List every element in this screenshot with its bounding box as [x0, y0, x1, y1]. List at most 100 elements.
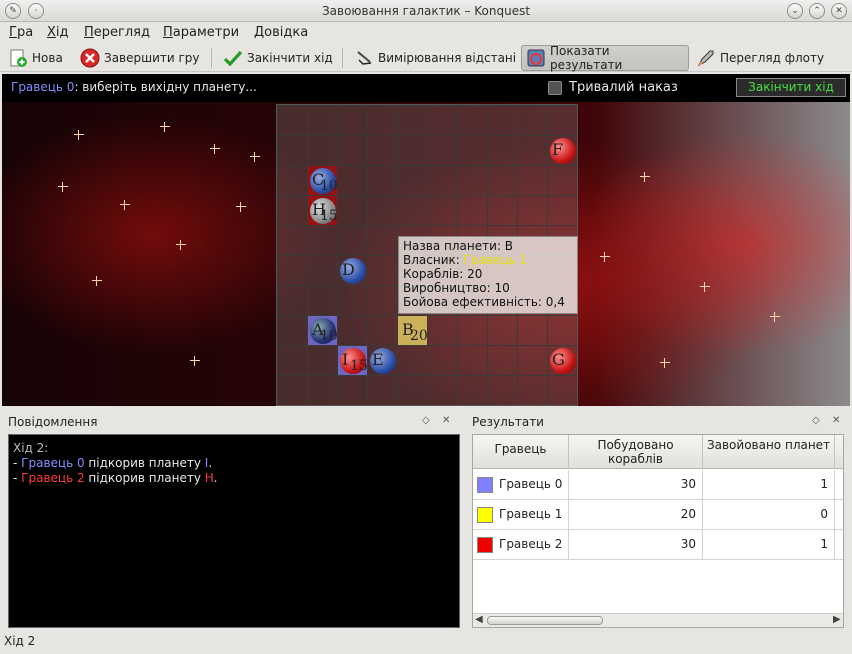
tooltip-name-label: Назва планети:	[403, 239, 505, 253]
turn-prompt-player: Гравець 0	[11, 80, 75, 94]
planet-A[interactable]: A 10	[310, 318, 338, 344]
star-sparkle	[74, 130, 84, 140]
minimize-icon[interactable]: ⌄	[787, 3, 803, 19]
player-name: Гравець 0	[499, 477, 563, 491]
menu-game[interactable]: Гра	[9, 25, 33, 40]
stop-icon	[80, 48, 100, 68]
menu-turn[interactable]: Хід	[47, 25, 69, 40]
menu-help[interactable]: Довідка	[254, 25, 308, 40]
new-game-button[interactable]: Нова	[4, 45, 67, 71]
results-table-header: Гравець Побудовано кораблів Завойовано п…	[473, 435, 843, 469]
planet-H[interactable]: H 15	[310, 198, 338, 224]
scroll-left-icon[interactable]: ◀	[475, 614, 483, 625]
planet-ships: 20	[410, 328, 428, 344]
close-panel-icon[interactable]: ✕	[832, 415, 840, 426]
table-row[interactable]: Гравець 1 20 0	[473, 500, 843, 530]
star-sparkle	[236, 202, 246, 212]
toolbar-separator	[342, 48, 343, 68]
cell-planets-conquered: 1	[703, 470, 835, 500]
menu-game-label: ра	[16, 25, 34, 40]
column-header-more[interactable]: З	[835, 435, 843, 469]
measure-distance-button[interactable]: Вимірювання відстані	[350, 45, 520, 71]
scrollbar-thumb[interactable]	[487, 616, 603, 625]
column-header-player[interactable]: Гравець	[473, 435, 569, 469]
results-panel-title: Результати	[472, 415, 544, 429]
messages-log[interactable]: Хід 2: - Гравець 0 підкорив планету I. -…	[8, 434, 460, 628]
show-results-label: Показати результати	[550, 44, 623, 72]
star-sparkle	[190, 356, 200, 366]
tooltip-kill-percentage: Бойова ефективність: 0,4	[403, 295, 573, 309]
message-line: - Гравець 2 підкорив планету H.	[13, 471, 455, 486]
planet-name: F	[552, 140, 564, 159]
tooltip-planet-name: Назва планети: B	[403, 239, 573, 253]
planet-info-tooltip: Назва планети: B Власник: Гравець 1 Кора…	[398, 236, 578, 314]
planet-ships: 10	[320, 328, 338, 344]
end-turn-toolbar-label: Закінчити хід	[247, 51, 333, 65]
player-color-swatch	[477, 476, 493, 493]
ruler-icon	[354, 48, 374, 68]
new-game-label: Нова	[32, 51, 63, 65]
end-turn-toolbar-button[interactable]: Закінчити хід	[219, 45, 337, 71]
planet-E[interactable]: E	[370, 348, 396, 374]
column-header-ships[interactable]: Побудовано кораблів	[569, 435, 703, 469]
planet-I[interactable]: I 15	[340, 348, 368, 374]
message-end: .	[208, 456, 213, 470]
long-order-label: Тривалий наказ	[569, 80, 678, 95]
planet-B[interactable]: B 20	[400, 318, 428, 345]
game-top-bar: Гравець 0: виберіть вихідну планету... Т…	[2, 74, 850, 102]
scroll-right-icon[interactable]: ▶	[833, 614, 841, 625]
planet-D[interactable]: D	[340, 258, 366, 284]
player-name: Гравець 2	[499, 537, 563, 551]
end-turn-button[interactable]: Закінчити хід	[736, 78, 846, 97]
tooltip-kill-label: Бойова ефективність:	[403, 295, 546, 309]
planet-name: I	[342, 350, 349, 369]
column-header-label: Гравець	[494, 442, 547, 456]
close-icon[interactable]: ✕	[831, 3, 847, 19]
maximize-icon[interactable]: ⌃	[809, 3, 825, 19]
float-icon[interactable]: ◇	[422, 415, 430, 426]
star-sparkle	[640, 172, 650, 182]
fleet-view-button[interactable]: Перегляд флоту	[692, 45, 828, 71]
message-player: Гравець 2	[21, 471, 85, 485]
measure-distance-label: Вимірювання відстані	[378, 51, 517, 65]
column-header-planets[interactable]: Завойовано планет	[703, 435, 835, 469]
message-text: підкорив планету	[84, 471, 205, 485]
message-end: .	[213, 471, 218, 485]
horizontal-scrollbar[interactable]: ◀ ▶	[473, 613, 843, 627]
toolbar-separator	[211, 48, 212, 68]
menu-settings[interactable]: Параметри	[163, 25, 239, 40]
table-row[interactable]: Гравець 2 30 1	[473, 530, 843, 560]
cell-ships-built: 20	[569, 500, 703, 530]
menu-view-mnemonic: П	[84, 25, 94, 40]
star-sparkle	[660, 358, 670, 368]
star-sparkle	[770, 312, 780, 322]
message-player: Гравець 0	[21, 456, 85, 470]
status-text: Хід 2	[4, 634, 36, 648]
planet-name: G	[552, 350, 565, 369]
long-order-checkbox[interactable]: Тривалий наказ	[548, 80, 678, 95]
menu-view-label: ерегляд	[93, 25, 150, 40]
tooltip-ships-label: Кораблів:	[403, 267, 468, 281]
menu-view[interactable]: Перегляд	[84, 25, 150, 40]
planet-C[interactable]: C 10	[310, 168, 338, 194]
status-bar: Хід 2	[0, 630, 852, 654]
player-color-swatch	[477, 536, 493, 553]
close-panel-icon[interactable]: ✕	[442, 415, 450, 426]
show-results-button[interactable]: Показати результати	[521, 44, 689, 72]
menu-help-label: овідка	[264, 25, 309, 40]
table-row[interactable]: Гравець 0 30 1	[473, 470, 843, 500]
star-sparkle	[92, 276, 102, 286]
star-sparkle	[160, 122, 170, 132]
end-game-button[interactable]: Завершити гру	[76, 45, 204, 71]
window-titlebar: ✎ · Завоювання галактик – Konquest ⌄ ⌃ ✕	[0, 0, 852, 22]
message-turn-header: Хід 2:	[13, 441, 49, 455]
planet-F[interactable]: F	[550, 138, 576, 164]
checkbox-box[interactable]	[548, 80, 562, 95]
cell-planets-conquered: 1	[703, 530, 835, 560]
end-game-label: Завершити гру	[104, 51, 200, 65]
star-sparkle	[176, 240, 186, 250]
turn-prompt-text: : виберіть вихідну планету...	[74, 80, 257, 94]
menu-help-mnemonic: Д	[254, 25, 265, 40]
planet-G[interactable]: G	[550, 348, 576, 374]
float-icon[interactable]: ◇	[812, 415, 820, 426]
